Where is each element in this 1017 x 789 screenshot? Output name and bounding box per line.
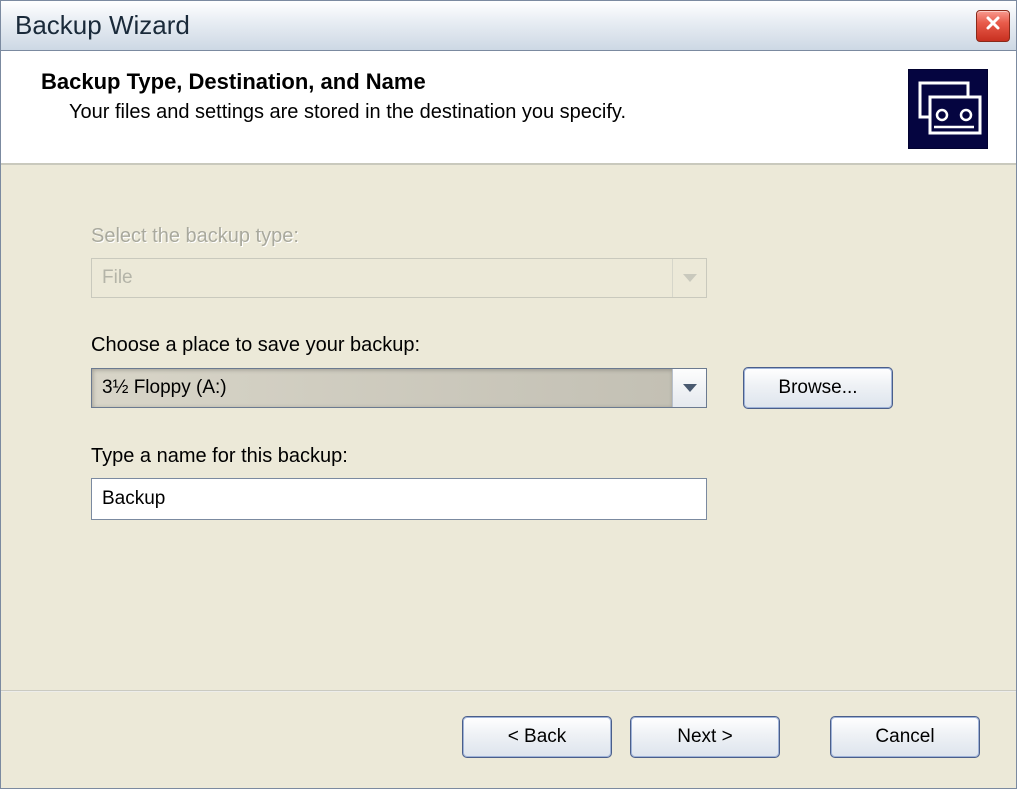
titlebar: Backup Wizard	[1, 1, 1016, 51]
location-dropdown-arrow[interactable]	[672, 369, 706, 407]
close-icon	[985, 15, 1001, 36]
wizard-window: Backup Wizard Backup Type, Destination, …	[0, 0, 1017, 789]
backup-type-label: Select the backup type:	[91, 225, 956, 248]
tape-backup-icon	[908, 69, 988, 149]
location-value: 3½ Floppy (A:)	[92, 369, 672, 407]
backup-type-group: Select the backup type: File	[91, 225, 956, 298]
location-label: Choose a place to save your backup:	[91, 334, 956, 357]
step-heading: Backup Type, Destination, and Name	[41, 69, 626, 95]
step-subheading: Your files and settings are stored in th…	[41, 101, 626, 124]
backup-name-input[interactable]: Backup	[91, 478, 707, 520]
backup-name-label: Type a name for this backup:	[91, 445, 956, 468]
backup-name-group: Type a name for this backup: Backup	[91, 445, 956, 520]
next-button[interactable]: Next >	[630, 716, 780, 758]
window-title: Backup Wizard	[15, 10, 190, 41]
wizard-footer: < Back Next > Cancel	[1, 692, 1016, 788]
cancel-button[interactable]: Cancel	[830, 716, 980, 758]
backup-name-value: Backup	[102, 488, 165, 510]
backup-type-select: File	[91, 258, 707, 298]
header-text: Backup Type, Destination, and Name Your …	[41, 69, 626, 124]
wizard-header: Backup Type, Destination, and Name Your …	[1, 51, 1016, 165]
back-button[interactable]: < Back	[462, 716, 612, 758]
wizard-body: Select the backup type: File Choose a pl…	[1, 165, 1016, 690]
location-select[interactable]: 3½ Floppy (A:)	[91, 368, 707, 408]
backup-type-value: File	[92, 259, 672, 297]
backup-type-dropdown-arrow	[672, 259, 706, 297]
browse-button[interactable]: Browse...	[743, 367, 893, 409]
close-button[interactable]	[976, 10, 1010, 42]
location-group: Choose a place to save your backup: 3½ F…	[91, 334, 956, 409]
chevron-down-icon	[683, 274, 697, 282]
chevron-down-icon	[683, 384, 697, 392]
